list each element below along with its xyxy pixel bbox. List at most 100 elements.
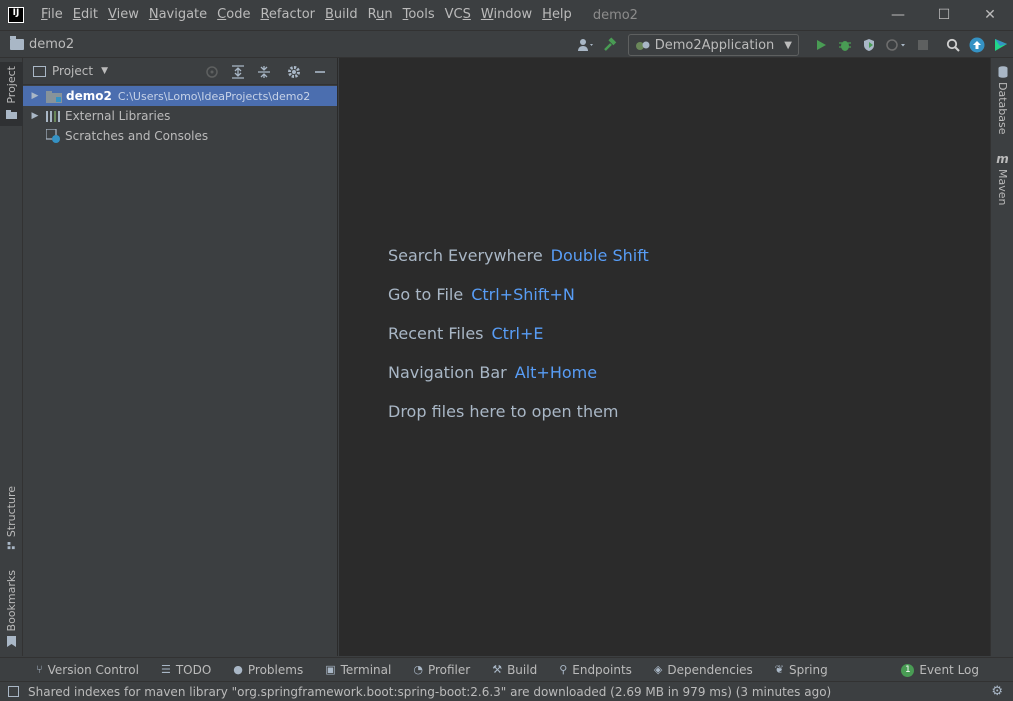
main-menu: File Edit View Navigate Code Refactor Bu… <box>36 0 577 30</box>
hide-panel-icon[interactable] <box>307 59 333 85</box>
tab-bookmarks-label: Bookmarks <box>5 570 18 632</box>
tree-item-path: C:\Users\Lomo\IdeaProjects\demo2 <box>117 89 311 103</box>
tab-project[interactable]: Project <box>0 62 23 126</box>
tool-profiler[interactable]: ◔ Profiler <box>413 663 470 677</box>
intellij-logo-icon: IJ <box>8 7 24 23</box>
tab-maven-label: Maven <box>996 169 1009 206</box>
user-icon[interactable] <box>574 33 598 57</box>
menu-run[interactable]: Run <box>363 0 398 30</box>
hint-go-to-file: Go to File Ctrl+Shift+N <box>388 285 575 304</box>
debug-icon[interactable] <box>833 33 857 57</box>
info-icon: ● <box>233 663 243 676</box>
folder-icon <box>10 35 24 50</box>
window-title: demo2 <box>592 7 638 23</box>
left-tool-strip: Project Structure Bookmarks <box>0 58 23 656</box>
tab-structure-label: Structure <box>5 486 18 538</box>
menu-navigate[interactable]: Navigate <box>144 0 212 30</box>
project-panel-title[interactable]: Project <box>52 64 93 78</box>
chevron-right-icon[interactable]: ▶ <box>29 111 41 121</box>
close-button[interactable]: ✕ <box>967 0 1013 30</box>
build-hammer-icon[interactable] <box>598 33 622 57</box>
title-bar: IJ File Edit View Navigate Code Refactor… <box>0 0 1013 30</box>
leaf-icon: ❦ <box>774 663 785 676</box>
menu-build[interactable]: Build <box>320 0 363 30</box>
tab-structure[interactable]: Structure <box>0 486 23 550</box>
tool-endpoints[interactable]: ⚲ Endpoints <box>559 663 632 677</box>
tool-version-control[interactable]: ⑂ Version Control <box>36 663 139 677</box>
menu-edit[interactable]: Edit <box>68 0 103 30</box>
run-icon[interactable] <box>809 33 833 57</box>
bottom-tool-strip: ⑂ Version Control ☰ TODO ● Problems ▣ Termin… <box>0 657 1013 681</box>
module-folder-icon <box>46 90 62 103</box>
chevron-down-icon[interactable]: ▼ <box>101 66 108 76</box>
tab-database-label: Database <box>996 82 1009 135</box>
shortcut-key: Ctrl+Shift+N <box>471 285 575 304</box>
expand-all-icon[interactable] <box>225 59 251 85</box>
list-icon: ☰ <box>160 663 171 676</box>
spring-boot-icon <box>635 41 650 50</box>
notifications-icon[interactable]: ⚙ <box>991 684 1003 699</box>
profile-icon[interactable] <box>881 33 911 57</box>
terminal-icon: ▣ <box>325 663 336 676</box>
tree-item-scratches[interactable]: Scratches and Consoles <box>23 126 337 146</box>
database-icon <box>998 66 1007 78</box>
search-icon[interactable] <box>941 33 965 57</box>
menu-window[interactable]: Window <box>476 0 537 30</box>
menu-tools[interactable]: Tools <box>398 0 440 30</box>
gear-icon[interactable] <box>281 59 307 85</box>
breadcrumb-project[interactable]: demo2 <box>10 35 74 52</box>
select-opened-file-icon[interactable] <box>199 59 225 85</box>
toggle-tool-windows-icon[interactable] <box>8 686 19 697</box>
tree-item-label: External Libraries <box>65 109 171 123</box>
event-count-badge: 1 <box>901 663 915 677</box>
coverage-icon[interactable] <box>857 33 881 57</box>
minimize-button[interactable]: — <box>875 0 921 30</box>
window-controls: — ☐ ✕ <box>875 0 1013 30</box>
project-tree: ▶ demo2 C:\Users\Lomo\IdeaProjects\demo2… <box>23 85 337 146</box>
right-tool-strip: Database m Maven <box>990 58 1013 656</box>
status-message[interactable]: Shared indexes for maven library "org.sp… <box>28 685 831 699</box>
shortcut-key: Double Shift <box>550 246 649 265</box>
chevron-right-icon[interactable]: ▶ <box>29 91 41 101</box>
tool-dependencies[interactable]: ◈ Dependencies <box>654 663 753 677</box>
tool-terminal[interactable]: ▣ Terminal <box>325 663 391 677</box>
branch-icon: ⑂ <box>36 663 43 676</box>
main-toolbar: Demo2Application ▼ <box>574 31 1013 59</box>
menu-code[interactable]: Code <box>212 0 255 30</box>
bookmark-icon <box>7 636 16 648</box>
layers-icon: ◈ <box>653 663 663 676</box>
tab-database[interactable]: Database <box>991 66 1013 146</box>
tab-bookmarks[interactable]: Bookmarks <box>0 570 23 650</box>
menu-file[interactable]: File <box>36 0 68 30</box>
update-icon[interactable] <box>965 33 989 57</box>
tool-event-log[interactable]: 1 Event Log <box>901 658 979 682</box>
tree-item-external-libraries[interactable]: ▶ External Libraries <box>23 106 337 126</box>
tool-build[interactable]: ⚒ Build <box>492 663 537 677</box>
library-icon <box>46 110 60 122</box>
project-view-icon <box>33 65 46 77</box>
tool-todo[interactable]: ☰ TODO <box>161 663 211 677</box>
tool-spring[interactable]: ❦ Spring <box>775 663 828 677</box>
menu-refactor[interactable]: Refactor <box>255 0 320 30</box>
tab-project-label: Project <box>5 66 18 104</box>
project-panel-tools <box>199 58 333 85</box>
shortcut-key: Ctrl+E <box>491 324 544 343</box>
chevron-down-icon: ▼ <box>784 39 792 51</box>
project-panel-header: Project ▼ <box>23 58 337 85</box>
stop-icon[interactable] <box>911 33 935 57</box>
menu-help[interactable]: Help <box>537 0 577 30</box>
tab-maven[interactable]: m Maven <box>991 152 1013 212</box>
hint-recent-files: Recent Files Ctrl+E <box>388 324 544 343</box>
tool-problems[interactable]: ● Problems <box>233 663 303 677</box>
maven-icon: m <box>996 152 1009 166</box>
scratches-icon <box>46 128 60 143</box>
editor-area[interactable]: Search Everywhere Double Shift Go to File… <box>339 58 990 656</box>
tree-item-demo2[interactable]: ▶ demo2 C:\Users\Lomo\IdeaProjects\demo2 <box>23 86 337 106</box>
menu-view[interactable]: View <box>103 0 144 30</box>
menu-vcs[interactable]: VCS <box>440 0 476 30</box>
jetbrains-toolbox-icon[interactable] <box>989 33 1013 57</box>
collapse-all-icon[interactable] <box>251 59 277 85</box>
run-configuration-select[interactable]: Demo2Application ▼ <box>627 34 799 56</box>
maximize-button[interactable]: ☐ <box>921 0 967 30</box>
profiler-icon: ◔ <box>413 663 423 676</box>
